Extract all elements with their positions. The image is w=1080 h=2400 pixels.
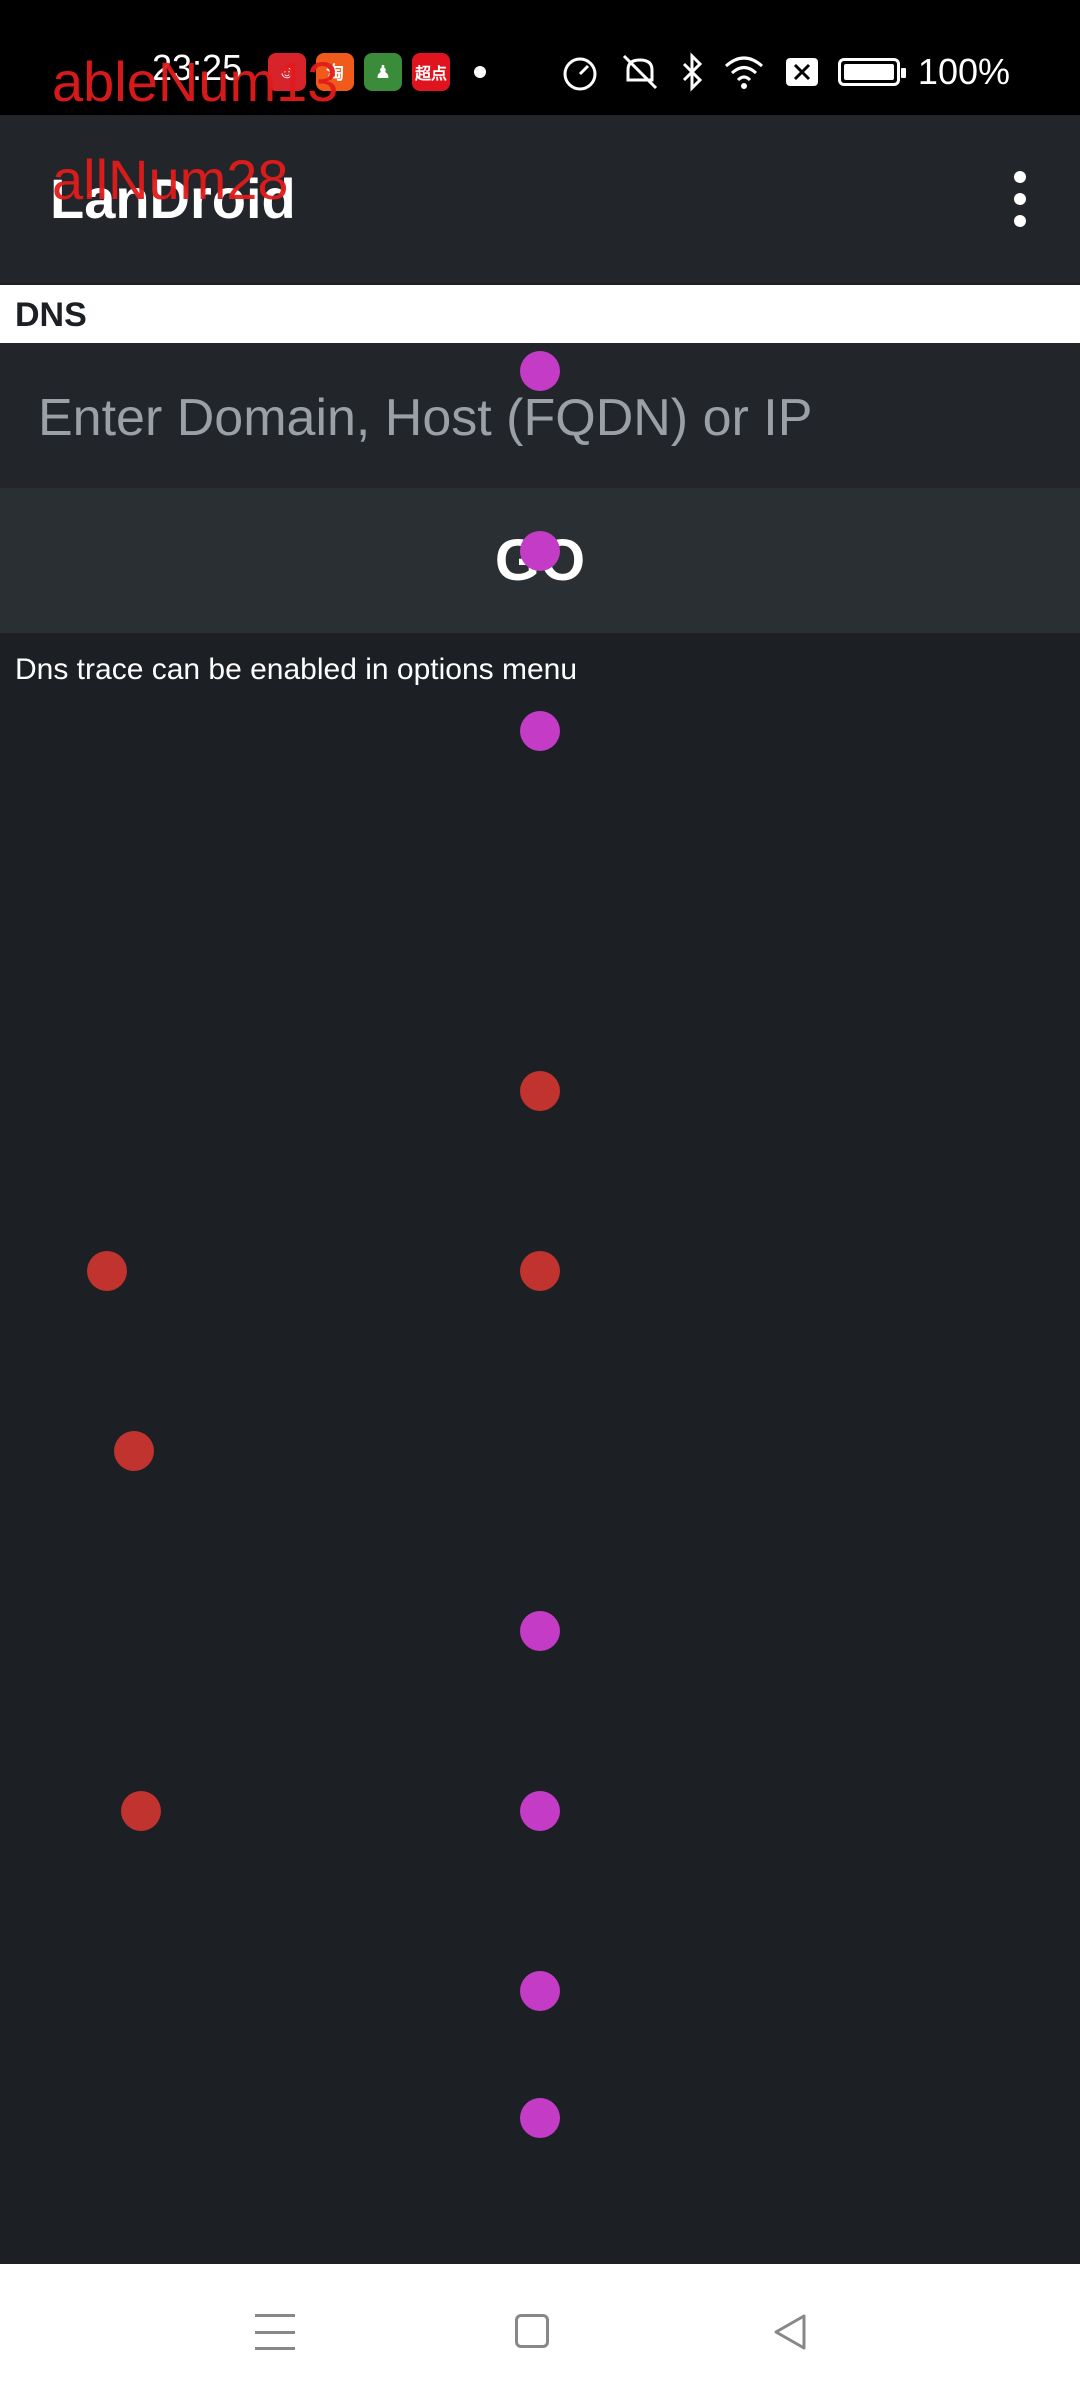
dns-trace-hint: Dns trace can be enabled in options menu	[15, 653, 578, 686]
back-icon[interactable]	[770, 2310, 810, 2354]
app-bar: LanDroid	[0, 115, 1080, 283]
marker-dot	[87, 1251, 127, 1291]
marker-dot	[520, 351, 560, 391]
speedometer-icon	[563, 57, 597, 91]
weibo-icon: ☺	[268, 53, 306, 91]
app-title: LanDroid	[50, 167, 296, 230]
bluetooth-icon	[682, 52, 703, 92]
section-header: DNS	[0, 285, 1080, 343]
sim-off-icon	[785, 58, 818, 86]
mute-icon	[622, 54, 657, 90]
home-icon[interactable]	[515, 2314, 549, 2348]
taobao-icon: 淘	[316, 53, 354, 91]
marker-dot	[520, 1251, 560, 1291]
marker-dot	[520, 2098, 560, 2138]
marker-dot	[520, 1611, 560, 1651]
marker-dot	[520, 1971, 560, 2011]
navigation-bar	[0, 2264, 1080, 2400]
marker-dot	[114, 1431, 154, 1471]
wifi-icon	[724, 56, 763, 89]
marker-dot	[520, 1791, 560, 1831]
status-time: 23:25	[152, 47, 243, 88]
status-system-icons: 100%	[560, 50, 1010, 94]
marker-dot	[520, 711, 560, 751]
game-icon: ♟	[364, 53, 402, 91]
marker-dot	[520, 531, 560, 571]
status-app-icons: ☺ 淘 ♟ 超点	[268, 52, 486, 92]
battery-icon	[837, 58, 906, 86]
kebab-menu-icon[interactable]	[1008, 171, 1032, 227]
qidian-icon: 超点	[412, 53, 450, 91]
battery-percentage: 100%	[917, 51, 1010, 92]
marker-dot	[121, 1791, 161, 1831]
notification-dot-icon	[474, 66, 486, 78]
status-bar: 23:25 ☺ 淘 ♟ 超点 100%	[0, 0, 1080, 115]
marker-dot	[520, 1071, 560, 1111]
section-label: DNS	[15, 296, 87, 334]
menu-icon[interactable]	[255, 2314, 295, 2350]
